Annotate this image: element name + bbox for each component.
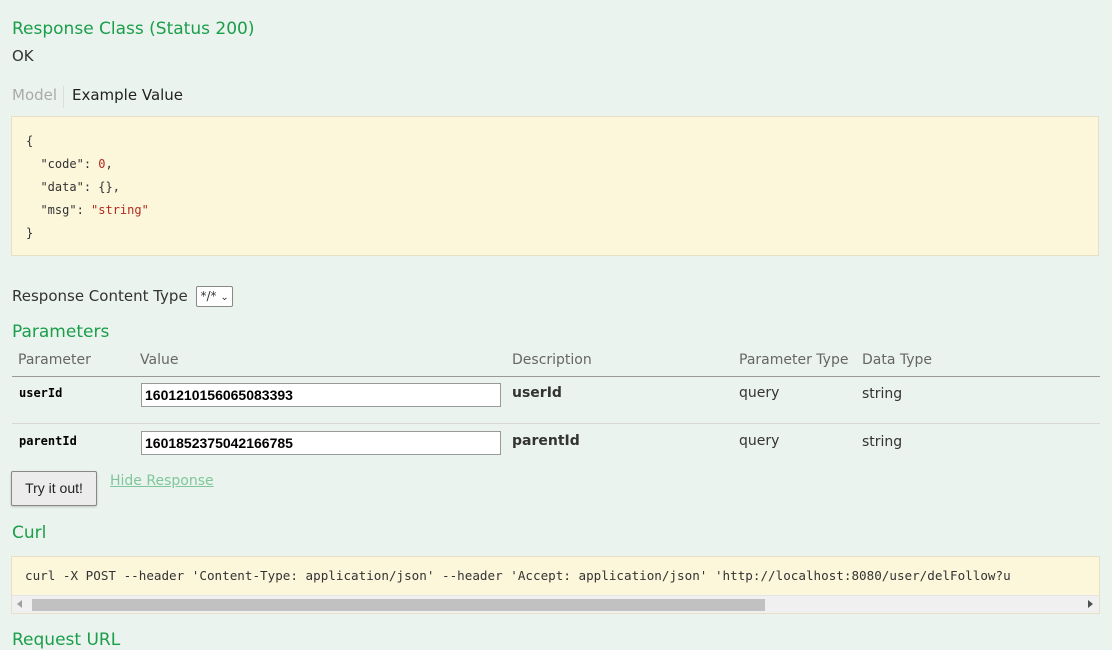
- table-row-divider: [12, 423, 1100, 424]
- header-parameter: Parameter: [18, 352, 91, 368]
- tab-model[interactable]: Model: [12, 86, 65, 108]
- param-type: query: [739, 433, 780, 449]
- header-parameter-type: Parameter Type: [739, 352, 849, 368]
- curl-title: Curl: [12, 523, 47, 543]
- response-class-title: Response Class (Status 200): [12, 19, 255, 39]
- scroll-right-icon[interactable]: [1088, 600, 1093, 608]
- json-key: "code": [40, 157, 84, 171]
- table-header-divider: [12, 376, 1100, 377]
- param-description: userId: [512, 385, 562, 401]
- response-status: OK: [12, 47, 34, 65]
- parentid-input[interactable]: 1601852375042166785: [141, 431, 501, 455]
- response-content-type: Response Content Type */* ⌄: [12, 286, 233, 307]
- hide-response-link[interactable]: Hide Response: [110, 473, 214, 489]
- param-data-type: string: [862, 386, 903, 402]
- json-line: "msg": "string": [40, 203, 149, 217]
- tab-example-value[interactable]: Example Value: [72, 86, 183, 104]
- content-type-select[interactable]: */* ⌄: [196, 286, 233, 307]
- param-name-parentid: parentId: [19, 434, 77, 448]
- param-data-type: string: [862, 434, 903, 450]
- example-value-code-block: { "code": 0, "data": {}, "msg": "string"…: [11, 116, 1099, 256]
- userid-input[interactable]: 1601210156065083393: [141, 383, 501, 407]
- scrollbar-thumb[interactable]: [32, 599, 765, 611]
- curl-code-block: curl -X POST --header 'Content-Type: app…: [11, 556, 1100, 614]
- parameters-title: Parameters: [12, 322, 110, 342]
- curl-command: curl -X POST --header 'Content-Type: app…: [25, 568, 1011, 583]
- json-value: 0: [98, 157, 106, 171]
- header-value: Value: [140, 352, 179, 368]
- chevron-down-icon: ⌄: [220, 292, 229, 303]
- json-open-brace: {: [26, 134, 34, 148]
- json-value: {}: [98, 180, 113, 194]
- json-key: "data": [40, 180, 84, 194]
- json-line: "code": 0,: [40, 157, 113, 171]
- param-type: query: [739, 385, 780, 401]
- header-description: Description: [512, 352, 592, 368]
- json-comma: ,: [105, 157, 113, 171]
- json-comma: ,: [112, 180, 120, 194]
- param-name-userid: userId: [19, 386, 63, 400]
- scroll-left-icon[interactable]: [17, 600, 22, 608]
- header-data-type: Data Type: [862, 352, 933, 368]
- request-url-title: Request URL: [12, 630, 121, 650]
- response-content-type-label: Response Content Type: [12, 287, 188, 305]
- json-line: "data": {},: [40, 180, 120, 194]
- try-it-out-button[interactable]: Try it out!: [11, 471, 97, 506]
- content-type-selected: */*: [200, 289, 217, 303]
- json-key: "msg": [40, 203, 77, 217]
- json-value: "string": [91, 203, 149, 217]
- json-close-brace: }: [26, 226, 34, 240]
- horizontal-scrollbar[interactable]: [12, 595, 1099, 613]
- param-description: parentId: [512, 433, 580, 449]
